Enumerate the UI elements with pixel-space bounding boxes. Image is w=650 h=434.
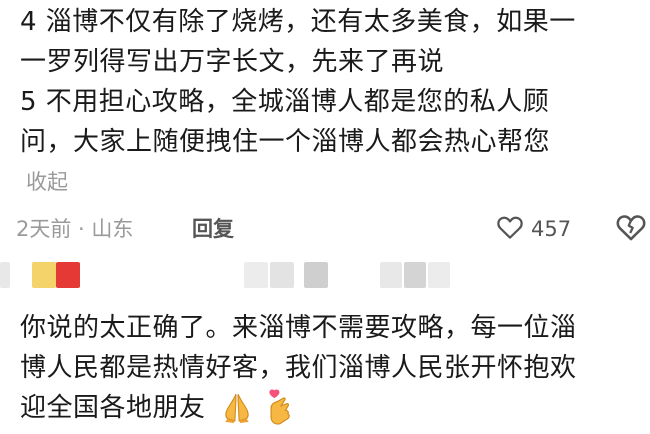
blurred-name-part xyxy=(244,262,268,288)
blurred-name-part xyxy=(380,262,402,288)
comment-line-2: 一罗列得写出万字长文，先来了再说 xyxy=(20,47,445,77)
like-count: 457 xyxy=(531,217,572,241)
blurred-badge-yellow xyxy=(32,262,56,288)
reply-button[interactable]: 回复 xyxy=(192,215,234,243)
blurred-user-row xyxy=(0,262,650,288)
blurred-name-part xyxy=(270,262,294,288)
heart-outline-icon[interactable] xyxy=(495,212,525,242)
blurred-name-part xyxy=(304,262,328,288)
comment-line-3: 5 不用担心攻略，全城淄博人都是您的私人顾 xyxy=(20,87,550,117)
blurred-avatar xyxy=(0,262,10,288)
blurred-badge-red xyxy=(56,262,80,288)
folded-hands-emoji xyxy=(225,394,249,423)
blurred-name-part xyxy=(404,262,426,288)
collapse-link[interactable]: 收起 xyxy=(26,166,68,196)
reply-line-1: 你说的太正确了。来淄博不需要攻略，每一位淄 xyxy=(20,313,577,343)
reply-line-3: 迎全国各地朋友 xyxy=(20,393,206,423)
comment-line-1: 4 淄博不仅有除了烧烤，还有太多美食，如果一 xyxy=(20,7,576,37)
reply-line-2: 博人民都是热情好客，我们淄博人民张开怀抱欢 xyxy=(20,353,577,383)
comment-line-4: 问，大家上随便拽住一个淄博人都会热心帮您 xyxy=(20,127,551,157)
blurred-name-part xyxy=(428,262,450,288)
broken-heart-icon[interactable] xyxy=(614,210,648,244)
hand-with-heart-emoji xyxy=(269,389,290,425)
comment-time-location: 2天前 · 山东 xyxy=(16,217,134,241)
